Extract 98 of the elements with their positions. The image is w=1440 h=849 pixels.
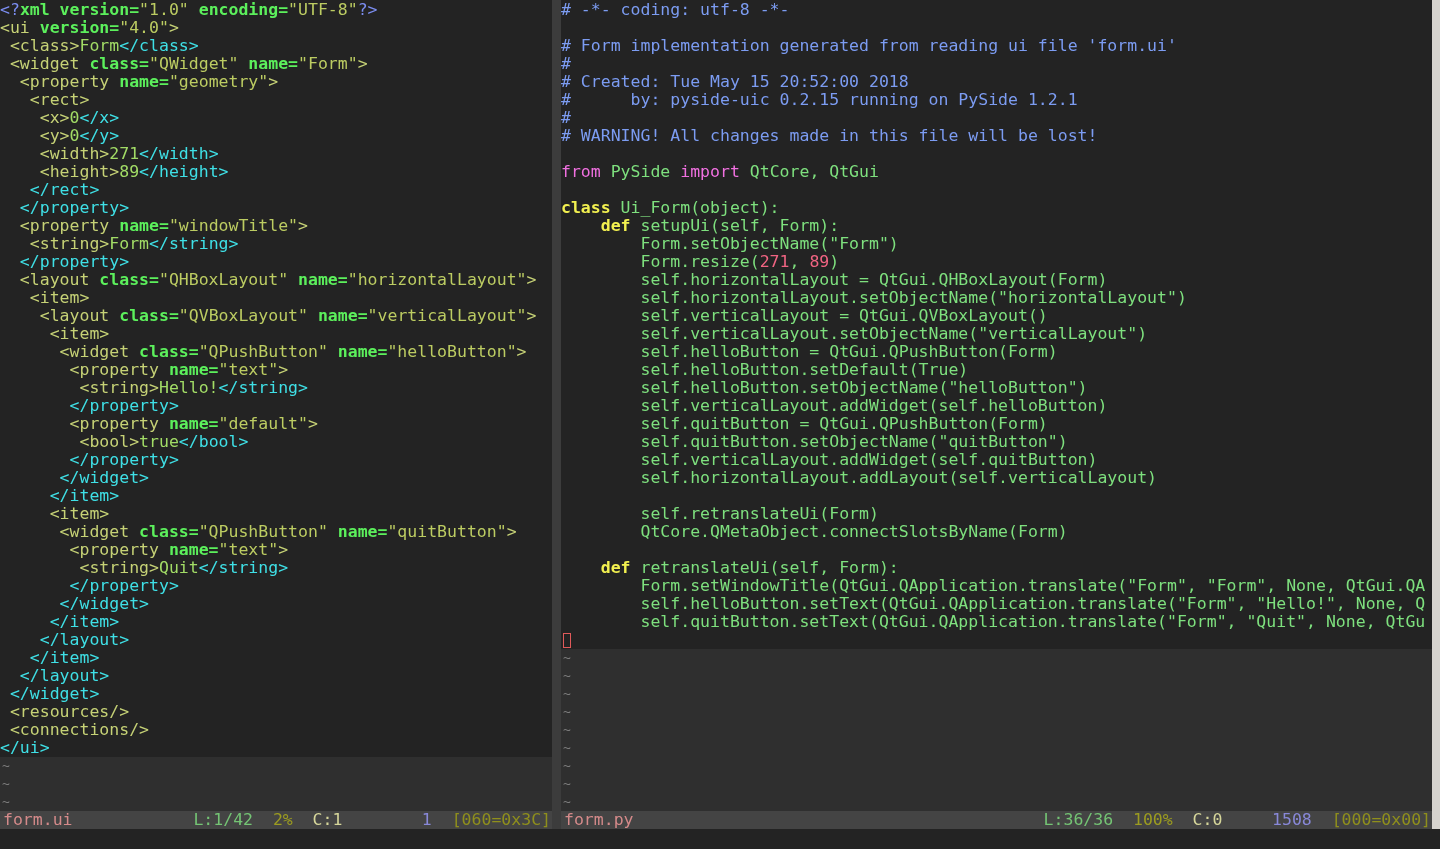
- code-line: <string>Form</string>: [28, 235, 240, 253]
- code-line: self.retranslateUi(Form): [639, 505, 880, 523]
- scroll-percent: 2%: [272, 811, 293, 829]
- code-line: </rect>: [28, 181, 101, 199]
- code-line: <connections/>: [8, 721, 150, 739]
- code-line: <widget class="QPushButton" name="quitButton">: [58, 523, 518, 541]
- code-line: </layout>: [38, 631, 131, 649]
- code-line: self.verticalLayout.addWidget(self.helloButton): [639, 397, 1109, 415]
- code-line: self.helloButton.setObjectName("helloButton"): [639, 379, 1089, 397]
- code-line: self.verticalLayout = QtGui.QVBoxLayout(): [639, 307, 1049, 325]
- code-line: <item>: [48, 325, 111, 343]
- file-name: form.ui: [2, 811, 74, 829]
- file-name: form.py: [563, 811, 635, 829]
- code-line: # -*- coding: utf-8 -*-: [561, 1, 791, 19]
- empty-line-marker: ~: [562, 757, 571, 775]
- code-line: self.horizontalLayout.addLayout(self.verticalLayout): [639, 469, 1159, 487]
- code-line: </property>: [18, 253, 131, 271]
- code-line: Form.setObjectName("Form"): [639, 235, 900, 253]
- empty-line-marker: ~: [1, 757, 10, 775]
- byte-offset: 1508: [1271, 811, 1312, 829]
- empty-line-marker: ~: [562, 703, 571, 721]
- code-line: self.quitButton.setObjectName("quitButton"): [639, 433, 1069, 451]
- code-line: <width>271</width>: [38, 145, 220, 163]
- empty-line-marker: ~: [562, 775, 571, 793]
- code-line: <property name="text">: [68, 541, 290, 559]
- code-line: <widget class="QWidget" name="Form">: [8, 55, 369, 73]
- code-line: self.helloButton.setDefault(True): [639, 361, 970, 379]
- editor-pane[interactable]: [561, 0, 1432, 811]
- code-line: </property>: [68, 397, 180, 415]
- code-line: # Created: Tue May 15 20:52:00 2018: [561, 73, 910, 91]
- code-line: self.quitButton.setText(QtGui.QApplication.translate("Form", "Quit", None, QtGu: [639, 613, 1427, 631]
- empty-line-marker: ~: [1, 793, 10, 811]
- column-position: C:1: [312, 811, 344, 829]
- code-line: <layout class="QVBoxLayout" name="verticalLayout">: [38, 307, 538, 325]
- code-line: <widget class="QPushButton" name="helloButton">: [58, 343, 528, 361]
- code-line: Form.resize(271, 89): [639, 253, 841, 271]
- code-line: # by: pyside-uic 0.2.15 running on PySide 1.2.1: [561, 91, 1079, 109]
- scroll-percent: 100%: [1133, 811, 1173, 829]
- code-line: # WARNING! All changes made in this file will be lost!: [561, 127, 1099, 145]
- character-code: [000=0x00]: [1331, 811, 1431, 829]
- code-line: </widget>: [8, 685, 101, 703]
- code-line: class Ui_Form(object):: [561, 199, 781, 217]
- column-position: C:0: [1192, 811, 1224, 829]
- code-line: </item>: [48, 613, 121, 631]
- code-line: self.quitButton = QtGui.QPushButton(Form): [639, 415, 1049, 433]
- code-line: #: [561, 55, 572, 73]
- code-line: #: [561, 109, 572, 127]
- code-line: <item>: [28, 289, 91, 307]
- code-line: <property name="geometry">: [18, 73, 280, 91]
- code-line: <property name="text">: [68, 361, 290, 379]
- empty-line-marker: ~: [1, 775, 10, 793]
- empty-line-marker: ~: [562, 739, 571, 757]
- empty-line-marker: ~: [562, 685, 571, 703]
- code-line: <string>Quit</string>: [78, 559, 290, 577]
- code-line: <layout class="QHBoxLayout" name="horizontalLayout">: [18, 271, 538, 289]
- code-line: from PySide import QtCore, QtGui: [561, 163, 880, 181]
- code-line: </layout>: [18, 667, 111, 685]
- editor-pane[interactable]: [0, 0, 552, 811]
- code-line: <item>: [48, 505, 111, 523]
- code-line: <x>0</x>: [38, 109, 121, 127]
- code-line: self.horizontalLayout = QtGui.QHBoxLayout(Form): [639, 271, 1109, 289]
- line-position: L:36/36: [1043, 811, 1114, 829]
- code-line: self.verticalLayout.setObjectName("verticalLayout"): [639, 325, 1149, 343]
- code-line: <bool>true</bool>: [78, 433, 250, 451]
- code-line: <height>89</height>: [38, 163, 230, 181]
- code-line: QtCore.QMetaObject.connectSlotsByName(Form): [639, 523, 1069, 541]
- empty-line-marker: ~: [562, 667, 571, 685]
- code-line: <ui version="4.0">: [0, 19, 180, 37]
- empty-line-marker: ~: [562, 649, 571, 667]
- empty-line-marker: ~: [562, 793, 571, 811]
- code-line: <property name="default">: [68, 415, 319, 433]
- code-line: <resources/>: [8, 703, 131, 721]
- code-line: # Form implementation generated from reading ui file 'form.ui': [561, 37, 1178, 55]
- code-line: self.verticalLayout.addWidget(self.quitButton): [639, 451, 1099, 469]
- code-line: self.horizontalLayout.setObjectName("horizontalLayout"): [639, 289, 1188, 307]
- code-line: <?xml version="1.0" encoding="UTF-8"?>: [0, 1, 379, 19]
- code-line: </ui>: [0, 739, 51, 757]
- code-line: <property name="windowTitle">: [18, 217, 309, 235]
- code-line: </widget>: [58, 595, 150, 613]
- code-line: </widget>: [58, 469, 150, 487]
- character-code: [060=0x3C]: [451, 811, 551, 829]
- code-line: self.helloButton = QtGui.QPushButton(Form): [639, 343, 1059, 361]
- code-line: </item>: [48, 487, 121, 505]
- code-line: </property>: [68, 451, 180, 469]
- code-line: <string>Hello!</string>: [78, 379, 309, 397]
- code-line: def retranslateUi(self, Form):: [599, 559, 900, 577]
- code-line: </property>: [68, 577, 180, 595]
- line-position: L:1/42: [193, 811, 253, 829]
- code-line: <y>0</y>: [38, 127, 121, 145]
- empty-line-marker: ~: [562, 721, 571, 739]
- code-line: </property>: [18, 199, 131, 217]
- code-line: </item>: [28, 649, 101, 667]
- code-line: <class>Form</class>: [8, 37, 200, 55]
- code-line: <rect>: [28, 91, 91, 109]
- byte-offset: 1: [420, 811, 432, 829]
- code-line: Form.setWindowTitle(QtGui.QApplication.translate("Form", "Form", None, QtGui.QA: [639, 577, 1427, 595]
- code-line: def setupUi(self, Form):: [599, 217, 841, 235]
- code-line: self.helloButton.setText(QtGui.QApplication.translate("Form", "Hello!", None, Q: [639, 595, 1427, 613]
